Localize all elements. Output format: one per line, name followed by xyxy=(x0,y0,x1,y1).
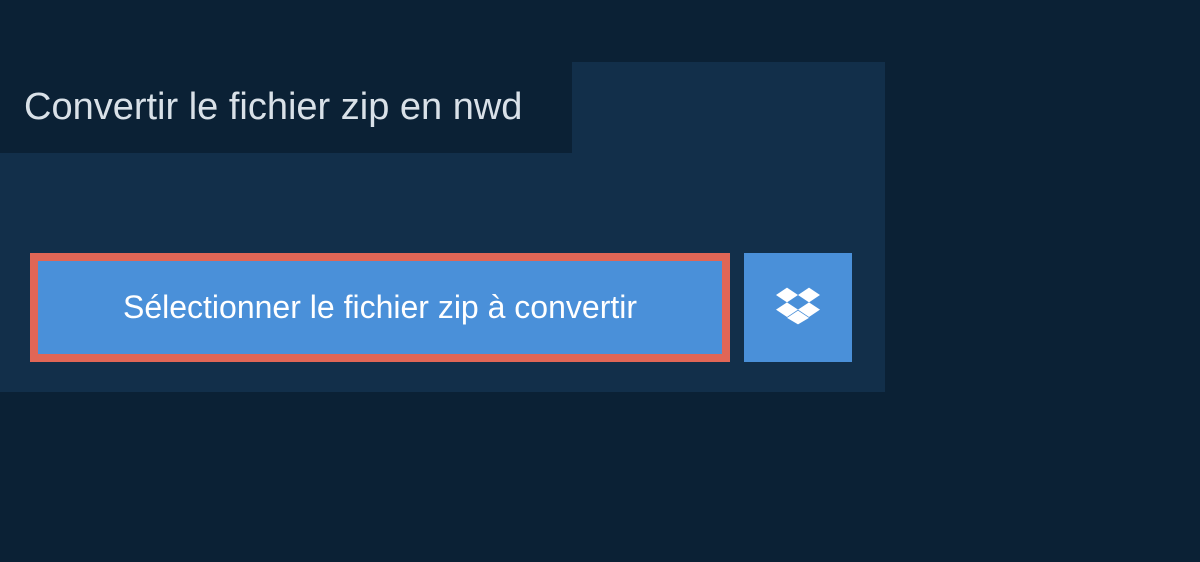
page-title: Convertir le fichier zip en nwd xyxy=(0,62,572,153)
dropbox-button[interactable] xyxy=(744,253,852,362)
dropbox-icon xyxy=(776,284,820,331)
select-file-button[interactable]: Sélectionner le fichier zip à convertir xyxy=(30,253,730,362)
select-file-label: Sélectionner le fichier zip à convertir xyxy=(123,289,637,326)
converter-panel: Convertir le fichier zip en nwd Sélectio… xyxy=(0,62,885,392)
button-row: Sélectionner le fichier zip à convertir xyxy=(30,253,852,362)
